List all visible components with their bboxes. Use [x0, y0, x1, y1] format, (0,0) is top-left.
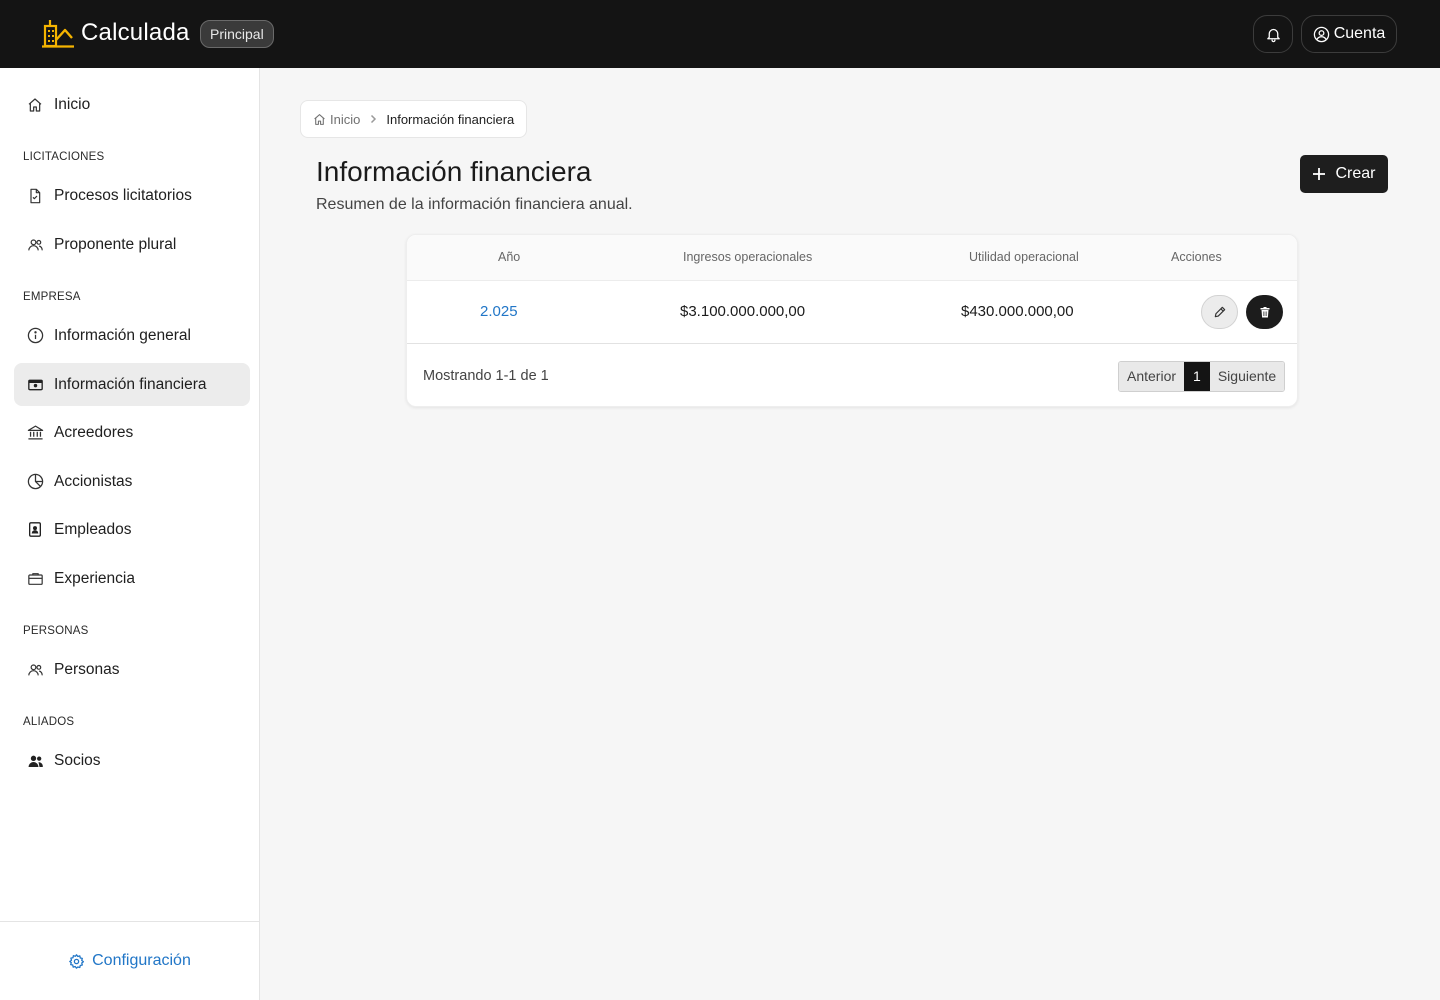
sidebar-footer: Configuración [0, 921, 259, 1000]
section-empresa: EMPRESA [23, 291, 81, 303]
column-header-year[interactable]: Año [498, 250, 520, 264]
brand[interactable]: Calculada [42, 18, 190, 48]
page-subtitle: Resumen de la información financiera anu… [316, 196, 633, 213]
briefcase-icon [27, 572, 43, 585]
delete-button[interactable] [1246, 295, 1283, 329]
chevron-right-icon [369, 114, 377, 124]
account-label: Cuenta [1333, 25, 1386, 42]
column-header-actions: Acciones [1171, 250, 1222, 264]
configuration-label: Configuración [92, 952, 191, 969]
pagination: Anterior 1 Siguiente [1118, 361, 1286, 392]
sidebar-item-informacion-general[interactable]: Información general [14, 314, 250, 357]
sidebar-item-inicio[interactable]: Inicio [14, 83, 250, 126]
year-link[interactable]: 2.025 [480, 303, 518, 320]
sidebar-item-socios[interactable]: Socios [14, 739, 250, 782]
top-bar: Calculada Principal Cuenta [0, 0, 1440, 68]
pagination-summary: Mostrando 1-1 de 1 [423, 368, 549, 384]
sidebar-item-label: Información financiera [54, 375, 207, 393]
user-circle-icon [1313, 26, 1329, 42]
sidebar-item-label: Acreedores [54, 423, 134, 441]
breadcrumb-current: Información financiera [386, 111, 515, 127]
previous-page-button[interactable]: Anterior [1119, 362, 1185, 391]
gear-icon [69, 953, 85, 969]
sidebar-item-label: Socios [54, 751, 101, 769]
configuration-link[interactable]: Configuración [68, 952, 191, 970]
breadcrumb-home[interactable]: Inicio [313, 112, 360, 127]
financial-info-table: Año Ingresos operacionales Utilidad oper… [406, 234, 1298, 407]
sidebar-item-label: Accionistas [54, 472, 133, 490]
column-header-income[interactable]: Ingresos operacionales [683, 250, 812, 264]
section-licitaciones: LICITACIONES [23, 151, 105, 163]
users-filled-icon [28, 755, 43, 767]
table-row: 2.025 $3.100.000.000,00 $430.000.000,00 [407, 282, 1297, 344]
sidebar-item-label: Experiencia [54, 569, 135, 587]
sidebar-item-empleados[interactable]: Empleados [14, 508, 250, 551]
breadcrumb-home-label: Inicio [330, 111, 361, 127]
sidebar-item-proponente-plural[interactable]: Proponente plural [14, 223, 250, 266]
create-button-label: Crear [1335, 165, 1376, 182]
bank-icon [27, 425, 43, 440]
pie-chart-icon [27, 473, 43, 490]
breadcrumb: Inicio Información financiera [300, 100, 528, 138]
section-aliados: ALIADOS [23, 716, 75, 728]
home-icon [314, 113, 325, 125]
sidebar-item-label: Inicio [54, 95, 91, 113]
sidebar-item-label: Procesos licitatorios [54, 186, 192, 204]
cash-icon [27, 379, 43, 390]
sidebar-item-accionistas[interactable]: Accionistas [14, 460, 250, 503]
pencil-icon [1214, 306, 1225, 318]
current-page-button[interactable]: 1 [1184, 362, 1210, 391]
column-header-profit[interactable]: Utilidad operacional [969, 250, 1079, 264]
sidebar-item-personas[interactable]: Personas [14, 648, 250, 691]
account-button[interactable]: Cuenta [1301, 15, 1397, 53]
sidebar-item-label: Proponente plural [54, 235, 177, 253]
notifications-button[interactable] [1253, 15, 1293, 53]
file-check-icon [30, 188, 41, 203]
app-name: Calculada [81, 19, 190, 46]
page-title: Información financiera [316, 156, 592, 187]
id-badge-icon [29, 522, 41, 537]
sidebar-item-label: Empleados [54, 520, 132, 538]
sidebar-item-procesos-licitatorios[interactable]: Procesos licitatorios [14, 174, 250, 217]
trash-icon [1260, 306, 1269, 317]
sidebar-item-experiencia[interactable]: Experiencia [14, 557, 250, 600]
sidebar-item-label: Información general [54, 326, 191, 344]
building-crane-icon [42, 20, 74, 48]
environment-badge[interactable]: Principal [200, 20, 274, 48]
sidebar-item-informacion-financiera[interactable]: Información financiera [14, 363, 250, 406]
sidebar-item-label: Personas [54, 660, 120, 678]
profit-cell: $430.000.000,00 [961, 303, 1074, 320]
users-icon [27, 663, 43, 675]
info-circle-icon [27, 327, 43, 344]
table-header: Año Ingresos operacionales Utilidad oper… [407, 235, 1297, 281]
income-cell: $3.100.000.000,00 [680, 303, 806, 320]
next-page-button[interactable]: Siguiente [1209, 362, 1285, 391]
create-button[interactable]: Crear [1300, 155, 1388, 193]
edit-button[interactable] [1201, 295, 1238, 329]
bell-icon [1266, 28, 1280, 42]
users-icon [27, 238, 43, 250]
plus-icon [1313, 168, 1326, 180]
sidebar: Inicio LICITACIONES Procesos licitatorio… [0, 68, 260, 1000]
sidebar-item-acreedores[interactable]: Acreedores [14, 411, 250, 454]
home-icon [28, 97, 42, 112]
section-personas: PERSONAS [23, 625, 89, 637]
